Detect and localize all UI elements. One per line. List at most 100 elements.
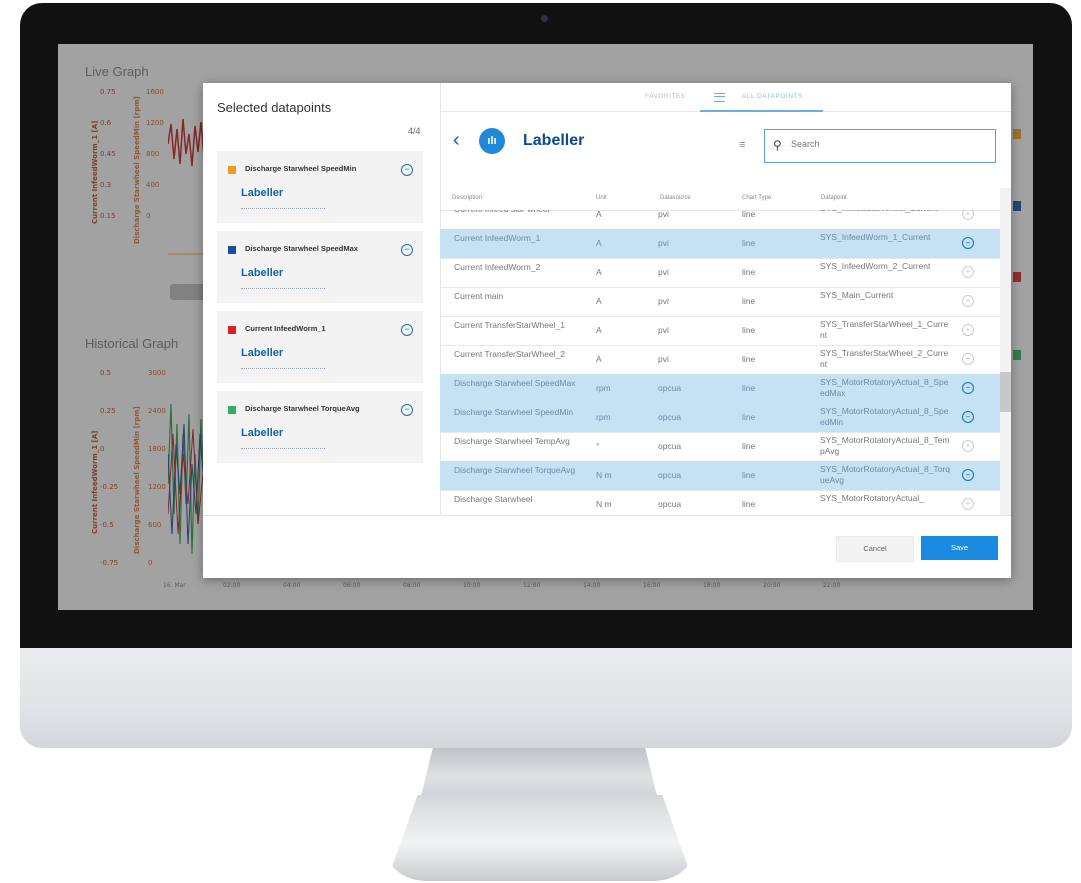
- row-datasource: pvi: [658, 296, 669, 306]
- table-row[interactable]: Discharge Starwheel TempAvg ° opcua line SYS…: [440, 432, 1000, 462]
- row-description: Discharge Starwheel TempAvg: [454, 436, 570, 446]
- datapoint-source-link[interactable]: Labeller: [241, 347, 283, 359]
- row-unit: N m: [596, 499, 612, 509]
- datapoint-source-link[interactable]: Labeller: [241, 187, 283, 199]
- row-unit: A: [596, 296, 602, 306]
- cancel-button[interactable]: Cancel: [836, 536, 914, 562]
- active-tab-indicator: [700, 110, 823, 112]
- remove-circle-icon[interactable]: −: [962, 469, 974, 481]
- row-description: Discharge Starwheel SpeedMin: [454, 407, 574, 417]
- row-unit: A: [596, 210, 602, 219]
- table-row[interactable]: Discharge Starwheel TorqueAvg N m opcua lin…: [440, 461, 1000, 491]
- row-datasource: opcua: [658, 499, 682, 509]
- row-description: Discharge Starwheel TorqueAvg: [454, 465, 576, 475]
- search-box[interactable]: ⚲: [764, 129, 996, 163]
- source-underline: [241, 448, 325, 449]
- filter-icon[interactable]: ≡: [739, 139, 745, 151]
- series-color-swatch: [228, 166, 236, 174]
- remove-circle-icon[interactable]: −: [401, 164, 413, 176]
- row-datapoint: SYS_MotorRotatoryActual_8_TempAvg: [820, 435, 950, 456]
- row-description: Current Infeed star wheel: [454, 210, 579, 215]
- table-row[interactable]: Current InfeedWorm_2 Apvi line SYS_InfeedWo…: [440, 258, 1000, 288]
- series-color-swatch: [228, 246, 236, 254]
- add-circle-icon[interactable]: +: [962, 353, 974, 365]
- row-datapoint: SYS_InfeedWorm_1_Current: [820, 232, 931, 242]
- row-unit: rpm: [596, 383, 611, 393]
- column-datasource[interactable]: Datasource: [660, 195, 691, 201]
- row-datasource: opcua: [658, 441, 682, 451]
- table-row[interactable]: Current TransferStarWheel_2 Apvi line SYS_T…: [440, 345, 1000, 375]
- row-unit: A: [596, 325, 602, 335]
- table-row[interactable]: Discharge Starwheel N m opcua line SYS_Motor…: [440, 490, 1000, 515]
- row-datasource: pvi: [658, 238, 669, 248]
- row-datasource: opcua: [658, 412, 682, 422]
- remove-circle-icon[interactable]: −: [401, 404, 413, 416]
- list-icon: [714, 93, 725, 102]
- datapoint-source-link[interactable]: Labeller: [241, 267, 283, 279]
- row-chart-type: line: [742, 267, 756, 277]
- selected-datapoints-heading: Selected datapoints: [217, 100, 332, 115]
- add-circle-icon[interactable]: +: [962, 266, 974, 278]
- selected-datapoint-card: Discharge Starwheel TorqueAvg Labeller −: [217, 391, 423, 463]
- row-description: Discharge Starwheel SpeedMax: [454, 378, 576, 388]
- remove-circle-icon[interactable]: −: [962, 411, 974, 423]
- row-chart-type: line: [742, 325, 756, 335]
- remove-circle-icon[interactable]: −: [962, 237, 974, 249]
- row-datapoint: SYS_Main_Current: [820, 290, 894, 300]
- selected-datapoint-card: Current InfeedWorm_1 Labeller −: [217, 311, 423, 383]
- row-unit: N m: [596, 470, 612, 480]
- selection-count: 4/4: [408, 126, 421, 136]
- search-icon: ⚲: [773, 138, 782, 152]
- selected-datapoints-panel: Selected datapoints 4/4 Discharge Starwh…: [203, 83, 441, 515]
- row-datapoint: SYS_TransferStarWheel_2_Current: [820, 348, 949, 369]
- table-row[interactable]: Current InfeedWorm_1 Apvi line SYS_InfeedWo…: [440, 229, 1000, 259]
- row-chart-type: line: [742, 499, 756, 509]
- remove-circle-icon[interactable]: −: [401, 324, 413, 336]
- row-description: Current InfeedWorm_1: [454, 233, 541, 243]
- add-circle-icon[interactable]: +: [962, 440, 974, 452]
- column-unit[interactable]: Unit: [596, 195, 607, 201]
- datapoint-name: Discharge Starwheel SpeedMax: [245, 244, 358, 253]
- column-datapoint[interactable]: Datapoint: [821, 195, 847, 201]
- add-circle-icon[interactable]: +: [962, 324, 974, 336]
- datapoint-name: Current InfeedWorm_1: [245, 324, 326, 333]
- row-datapoint: SYS_TransferStarWheel_1_Current: [820, 319, 949, 340]
- series-color-swatch: [228, 406, 236, 414]
- add-circle-icon[interactable]: +: [962, 210, 974, 220]
- datapoint-selector-modal: Selected datapoints 4/4 Discharge Starwh…: [203, 83, 1011, 578]
- row-datasource: opcua: [658, 470, 682, 480]
- add-circle-icon[interactable]: +: [962, 295, 974, 307]
- row-unit: °: [596, 441, 600, 451]
- screen: Live Graph Historical Graph 0.75 0.6 0.45 0…: [58, 44, 1033, 610]
- table-header: Description Unit Datasource Chart Type D…: [440, 188, 1000, 211]
- table-row[interactable]: Discharge Starwheel SpeedMax rpm opcua line…: [440, 374, 1000, 404]
- row-description: Current InfeedWorm_2: [454, 262, 541, 272]
- modal-title: Labeller: [523, 132, 585, 149]
- remove-circle-icon[interactable]: −: [962, 382, 974, 394]
- table-row[interactable]: Current main Apvi line SYS_Main_Current +: [440, 287, 1000, 317]
- table-scrollbar[interactable]: [1000, 188, 1011, 515]
- search-input[interactable]: [789, 138, 973, 150]
- add-circle-icon[interactable]: +: [962, 498, 974, 510]
- row-description: Current main: [454, 291, 504, 301]
- datapoint-table: Current Infeed star wheel Apvi line SYS_Inf…: [440, 210, 1000, 515]
- column-description[interactable]: Description: [452, 195, 482, 201]
- datapoint-name: Discharge Starwheel SpeedMin: [245, 164, 357, 173]
- table-row[interactable]: Discharge Starwheel SpeedMin rpm opcua line…: [440, 403, 1000, 433]
- back-chevron-icon[interactable]: ‹: [453, 130, 460, 150]
- datapoint-source-link[interactable]: Labeller: [241, 427, 283, 439]
- monitor-stand-neck: [420, 742, 658, 800]
- table-row[interactable]: Current TransferStarWheel_1 Apvi line SYS_T…: [440, 316, 1000, 346]
- tab-all-datapoints[interactable]: ALL DATAPOINTS: [742, 93, 803, 100]
- table-row[interactable]: Current Infeed star wheel Apvi line SYS_Inf…: [440, 210, 1000, 230]
- camera-icon: [541, 15, 548, 22]
- row-chart-type: line: [742, 296, 756, 306]
- save-button[interactable]: Save: [921, 536, 998, 560]
- row-description: Discharge Starwheel: [454, 494, 533, 504]
- scrollbar-thumb[interactable]: [1000, 372, 1011, 412]
- labeller-logo-icon: ılı: [479, 128, 505, 154]
- column-chart-type[interactable]: Chart Type: [742, 195, 771, 201]
- row-chart-type: line: [742, 383, 756, 393]
- remove-circle-icon[interactable]: −: [401, 244, 413, 256]
- tab-favorites[interactable]: FAVORITES: [645, 93, 686, 100]
